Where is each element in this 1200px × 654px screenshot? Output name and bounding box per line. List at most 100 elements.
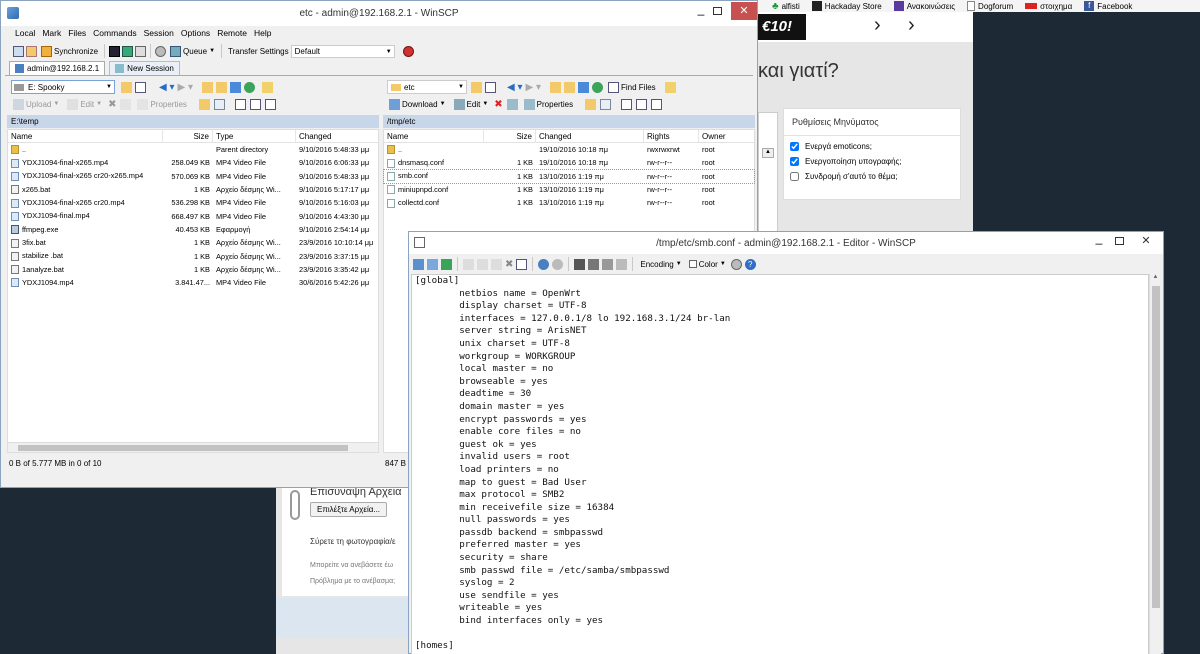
code-line[interactable]: bind interfaces only = yes [415,615,730,628]
table-row[interactable]: stabilize .bat 1 KB Αρχείο δέσμης Wi... 23/… [8,249,378,262]
close-button[interactable]: ✕ [1133,234,1159,248]
plus-icon[interactable] [621,98,633,110]
col-changed[interactable]: Changed [536,129,644,143]
delete-icon[interactable]: ✖ [505,259,513,270]
sync-browse-icon[interactable] [26,45,37,57]
code-line[interactable]: invalid users = root [415,451,730,464]
col-size[interactable]: Size [163,129,213,143]
horizontal-scrollbar[interactable] [8,442,378,452]
code-line[interactable]: local master = no [415,363,730,376]
undo-icon[interactable] [538,258,550,270]
find-icon[interactable] [574,258,586,270]
rename-icon[interactable] [120,98,132,110]
signature-checkbox[interactable] [790,157,799,166]
local-path[interactable]: E:\temp [7,115,379,128]
option-emoticons[interactable]: Ενεργά emoticons; [790,142,954,151]
table-row[interactable]: .. Parent directory 9/10/2016 5:48:33 μμ [8,143,378,156]
select-all-icon[interactable] [516,258,528,270]
menu-session[interactable]: Session [144,28,174,40]
local-drive-select[interactable]: E: Spooky ▼ [11,80,115,94]
redo-icon[interactable] [552,258,564,270]
table-row[interactable]: YDXJ1094-final-x265.mp4 258.049 KB MP4 Vid… [8,156,378,169]
code-line[interactable]: passdb backend = smbpasswd [415,527,730,540]
parent-dir-icon[interactable] [202,81,213,93]
save-as-icon[interactable] [427,258,438,270]
emoticons-checkbox[interactable] [790,142,799,151]
back-arrow-icon[interactable]: ◀ ▾ [507,82,523,93]
code-line[interactable]: writeable = yes [415,602,730,615]
new-folder-icon[interactable] [198,98,210,110]
minimize-button[interactable]: _ [1089,232,1109,248]
code-line[interactable]: display charset = UTF-8 [415,300,730,313]
code-line[interactable]: guest ok = yes [415,439,730,452]
table-row[interactable]: YDXJ1094-final-x265 cr20-x265.mp4 570.069… [8,170,378,183]
table-row[interactable]: collectd.conf 1 KB 13/10/2016 1:19 πμ rw-r-… [384,196,754,209]
local-properties-button[interactable]: Properties [135,97,188,111]
col-size[interactable]: Size [484,129,536,143]
bookmark-stoixima[interactable]: στοιχημα [1025,2,1072,11]
table-row[interactable]: YDXJ1094-final.mp4 668.497 KB MP4 Video Fi… [8,209,378,222]
close-button[interactable]: ✕ [731,2,757,20]
forward-arrow-icon[interactable]: ▶ ▾ [178,82,194,93]
maximize-button[interactable] [713,7,722,15]
refresh-icon[interactable] [592,81,603,93]
save-icon[interactable] [413,258,424,270]
chevron-right-icon[interactable]: › [908,14,915,37]
copy-icon[interactable] [463,258,474,270]
code-line[interactable]: server string = ArisNET [415,325,730,338]
delete-icon[interactable]: ✖ [108,99,116,110]
remote-path[interactable]: /tmp/etc [383,115,755,128]
menu-remote[interactable]: Remote [217,28,247,40]
encoding-dropdown[interactable]: Encoding ▼ [638,257,683,271]
code-line[interactable]: smb passwd file = /etc/samba/smbpasswd [415,565,730,578]
bookmark-dogforum[interactable]: Dogforum [967,1,1013,11]
tab-new-session[interactable]: New Session [109,61,180,75]
preferences-gear-icon[interactable] [155,45,167,57]
tab-admin-session[interactable]: admin@192.168.2.1 [9,61,106,75]
scroll-up-icon[interactable]: ▲ [762,148,774,158]
console-icon[interactable] [109,45,121,57]
bookmark-facebook[interactable]: f Facebook [1084,1,1132,11]
color-dropdown[interactable]: Color ▼ [687,257,728,271]
bookmark-announcements[interactable]: Ανακοινώσεις [893,1,955,11]
code-line[interactable]: unix charset = UTF-8 [415,338,730,351]
select-files-button[interactable]: Επιλέξτε Αρχεία... [310,502,388,517]
code-line[interactable]: map to guest = Bad User [415,477,730,490]
filter-mask-icon[interactable] [264,98,276,110]
goto-line-icon[interactable] [616,258,628,270]
new-folder-icon[interactable] [585,98,597,110]
menu-local[interactable]: Local [15,28,35,40]
cut-icon[interactable] [477,258,488,270]
code-line[interactable]: min receivefile size = 16384 [415,502,730,515]
code-line[interactable]: netbios name = OpenWrt [415,288,730,301]
filter-icon[interactable] [485,81,496,93]
table-row[interactable]: 1analyze.bat 1 KB Αρχείο δέσμης Wi... 23/9/… [8,263,378,276]
terminal-icon[interactable] [122,45,134,57]
bookmark-alfisti[interactable]: ♣ alfisti [772,1,800,12]
code-line[interactable]: encrypt passwords = yes [415,414,730,427]
compare-dirs-icon[interactable] [13,45,24,57]
paste-icon[interactable] [491,258,502,270]
upload-button[interactable]: Upload ▼ [11,97,61,111]
scroll-thumb[interactable] [1152,286,1160,608]
refresh-icon[interactable] [244,81,255,93]
reload-icon[interactable] [441,258,452,270]
bookmark-hackaday-store[interactable]: Hackaday Store [811,1,882,11]
parent-dir-icon[interactable] [550,81,561,93]
table-row[interactable]: YDXJ1094.mp4 3.841.47... MP4 Video File 30/… [8,276,378,289]
code-line[interactable] [415,628,730,641]
open-folder-icon[interactable] [121,81,132,93]
transfer-settings-select[interactable]: Default ▼ [290,44,395,58]
open-folder-icon[interactable] [471,81,482,93]
local-edit-button[interactable]: Edit ▼ [65,97,104,111]
rename-icon[interactable] [506,98,518,110]
home-icon[interactable] [578,81,589,93]
code-line[interactable]: [global] [415,275,730,288]
code-line[interactable]: use sendfile = yes [415,590,730,603]
new-file-icon[interactable] [213,98,225,110]
menu-options[interactable]: Options [181,28,210,40]
root-dir-icon[interactable] [216,81,227,93]
col-type[interactable]: Type [213,129,296,143]
plus-icon[interactable] [234,98,246,110]
menu-mark[interactable]: Mark [42,28,61,40]
